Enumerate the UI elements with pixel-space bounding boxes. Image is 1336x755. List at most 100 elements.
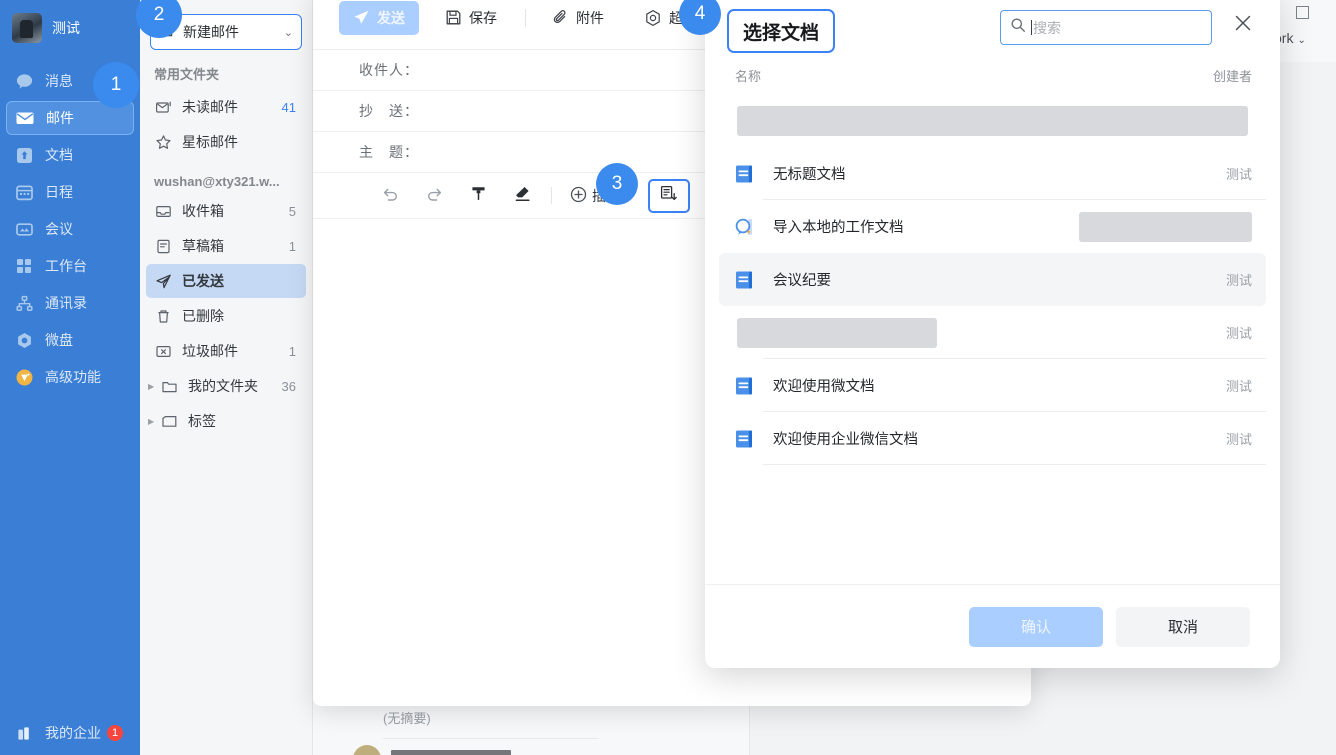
undo-button[interactable] (373, 181, 407, 211)
sidebar-item-label: 微盘 (45, 330, 73, 350)
list-item[interactable]: 会议纪要 测试 (719, 253, 1266, 306)
folder-inbox[interactable]: 收件箱 5 (146, 194, 306, 228)
redacted-name (737, 318, 937, 348)
folder-spam[interactable]: 垃圾邮件 1 (146, 334, 306, 368)
chevron-down-icon[interactable]: ⌄ (284, 26, 293, 39)
cloud-attachment-icon (644, 9, 662, 27)
sidebar-item-docs[interactable]: 文档 (6, 138, 134, 172)
doc-blue-icon (733, 268, 757, 292)
list-item[interactable]: 导入本地的工作文档 (719, 200, 1266, 253)
document-creator: 测试 (1226, 376, 1252, 395)
send-label: 发送 (377, 8, 405, 28)
grid-icon (14, 256, 34, 276)
list-item[interactable]: 欢迎使用企业微信文档 测试 (719, 412, 1266, 465)
save-button[interactable]: 保存 (431, 1, 511, 35)
insert-document-button[interactable] (648, 179, 690, 213)
insert-document-icon (659, 184, 678, 208)
folder-label: 未读邮件 (182, 97, 238, 117)
list-item[interactable]: 欢迎使用微文档 测试 (719, 359, 1266, 412)
cc-label: 抄 送： (359, 101, 423, 121)
folder-label: 标签 (188, 411, 216, 431)
folder-unread[interactable]: 未读邮件 41 (146, 90, 306, 124)
list-item[interactable]: 测试 (719, 306, 1266, 359)
mail-no-summary-text: (无摘要) (383, 708, 431, 727)
list-item[interactable] (719, 94, 1266, 147)
folder-starred[interactable]: 星标邮件 (146, 125, 306, 159)
draft-icon (154, 237, 173, 256)
new-mail-label: 新建邮件 (183, 22, 239, 42)
attachment-button[interactable]: 附件 (538, 1, 618, 35)
app-sidebar: 测试 消息 邮件 文档 日程 会议 (0, 0, 140, 755)
sidebar-item-contacts[interactable]: 通讯录 (6, 286, 134, 320)
profile-name: 测试 (52, 18, 80, 38)
sidebar-item-meeting[interactable]: 会议 (6, 212, 134, 246)
document-name: 会议纪要 (773, 269, 831, 290)
undo-icon (381, 184, 400, 208)
eraser-icon (513, 184, 532, 208)
sidebar-item-label: 文档 (45, 145, 73, 165)
folder-label: 已发送 (182, 271, 224, 291)
folder-count: 5 (289, 204, 296, 219)
contacts-icon (14, 293, 34, 313)
sidebar-item-workbench[interactable]: 工作台 (6, 249, 134, 283)
meeting-icon (14, 219, 34, 239)
column-creator: 创建者 (1213, 66, 1252, 85)
close-button[interactable] (1228, 10, 1258, 40)
paperclip-icon (552, 9, 569, 26)
status-badge: 1 (107, 725, 123, 741)
profile[interactable]: 测试 (0, 0, 140, 56)
cancel-label: 取消 (1168, 616, 1198, 637)
doc-blue-icon (733, 374, 757, 398)
calendar-icon (14, 182, 34, 202)
dialog-column-header: 名称 创建者 (705, 62, 1280, 88)
folder-my-folders[interactable]: ▶ 我的文件夹 36 (146, 369, 306, 403)
mail-icon (15, 108, 35, 128)
clear-format-button[interactable] (505, 181, 539, 211)
document-list[interactable]: 无标题文档 测试 导入本地的工作文档 会议纪要 测试 测试 (705, 88, 1280, 584)
sidebar-item-label: 日程 (45, 182, 73, 202)
folder-label: 草稿箱 (182, 236, 224, 256)
confirm-button[interactable]: 确认 (969, 607, 1103, 647)
sidebar-item-calendar[interactable]: 日程 (6, 175, 134, 209)
search-input[interactable]: 搜索 (1000, 10, 1212, 45)
folder-tags[interactable]: ▶ 标签 (146, 404, 306, 438)
redo-button[interactable] (417, 181, 451, 211)
list-item[interactable]: 无标题文档 测试 (719, 147, 1266, 200)
sidebar-item-label: 工作台 (45, 256, 87, 276)
sidebar-nav: 消息 邮件 文档 日程 会议 工作台 (0, 64, 140, 394)
unread-mail-icon (154, 98, 173, 117)
doc-icon (14, 145, 34, 165)
chevron-right-icon[interactable]: ▶ (148, 417, 160, 426)
subject-label: 主 题： (359, 142, 423, 162)
sidebar-item-label: 会议 (45, 219, 73, 239)
folder-label: 我的文件夹 (188, 376, 258, 396)
attachment-label: 附件 (576, 8, 604, 28)
folder-count: 1 (289, 239, 296, 254)
mail-sender-name-placeholder (391, 750, 511, 755)
chevron-right-icon[interactable]: ▶ (148, 382, 160, 391)
sent-icon (154, 272, 173, 291)
sidebar-item-drive[interactable]: 微盘 (6, 323, 134, 357)
sidebar-item-advanced[interactable]: 高级功能 (6, 360, 134, 394)
avatar (12, 13, 42, 43)
search-placeholder: 搜索 (1033, 18, 1061, 38)
doc-blue-icon (733, 427, 757, 451)
document-creator: 测试 (1226, 323, 1252, 342)
document-name: 无标题文档 (773, 163, 846, 184)
redo-icon (425, 184, 444, 208)
redacted-name (737, 106, 1248, 136)
maximize-icon[interactable] (1296, 6, 1309, 19)
send-icon (353, 9, 370, 26)
mail-list-divider (383, 738, 599, 739)
document-creator: 测试 (1226, 429, 1252, 448)
cancel-button[interactable]: 取消 (1116, 607, 1250, 647)
star-icon (14, 367, 34, 387)
send-button[interactable]: 发送 (339, 1, 419, 35)
format-painter-button[interactable] (461, 181, 495, 211)
folder-deleted[interactable]: 已删除 (146, 299, 306, 333)
redacted-creator (1079, 212, 1252, 242)
folder-count: 41 (282, 100, 296, 115)
sidebar-item-enterprise[interactable]: 我的企业 1 (0, 723, 140, 743)
folder-sent[interactable]: 已发送 (146, 264, 306, 298)
folder-drafts[interactable]: 草稿箱 1 (146, 229, 306, 263)
